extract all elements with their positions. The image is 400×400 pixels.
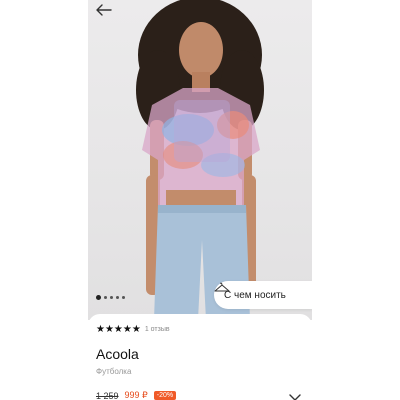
hanger-icon — [214, 282, 230, 292]
arrow-left-icon — [96, 4, 112, 16]
gallery-pagination — [96, 295, 125, 300]
what-to-wear-label: С чем носить — [224, 289, 286, 301]
product-photo-illustration — [136, 0, 264, 320]
pagination-dot[interactable] — [110, 296, 113, 299]
pagination-dot[interactable] — [122, 296, 125, 299]
rating-stars: ★★★★★ — [96, 324, 141, 335]
discount-badge: -20% — [153, 391, 177, 400]
product-info-sheet: ★★★★★ 1 отзыв Acoola Футболка 1 259 999 … — [88, 314, 312, 400]
what-to-wear-button[interactable]: С чем носить — [214, 281, 312, 309]
price-row: 1 259 999 ₽ -20% — [96, 390, 177, 400]
pagination-dot[interactable] — [116, 296, 119, 299]
product-screen: С чем носить ★★★★★ 1 отзыв Acoola Футбол… — [88, 0, 312, 400]
rating-row[interactable]: ★★★★★ 1 отзыв — [96, 324, 170, 335]
pagination-dot-active[interactable] — [96, 295, 101, 300]
back-button[interactable] — [96, 4, 118, 22]
brand-name[interactable]: Acoola — [96, 346, 139, 362]
old-price: 1 259 — [96, 390, 119, 400]
reviews-count[interactable]: 1 отзыв — [145, 326, 170, 333]
current-price: 999 ₽ — [124, 390, 148, 400]
pagination-dot[interactable] — [104, 296, 107, 299]
product-photo[interactable]: С чем носить — [88, 0, 312, 320]
expand-button[interactable] — [288, 390, 302, 400]
product-category: Футболка — [96, 367, 132, 376]
chevron-down-icon — [289, 394, 301, 400]
